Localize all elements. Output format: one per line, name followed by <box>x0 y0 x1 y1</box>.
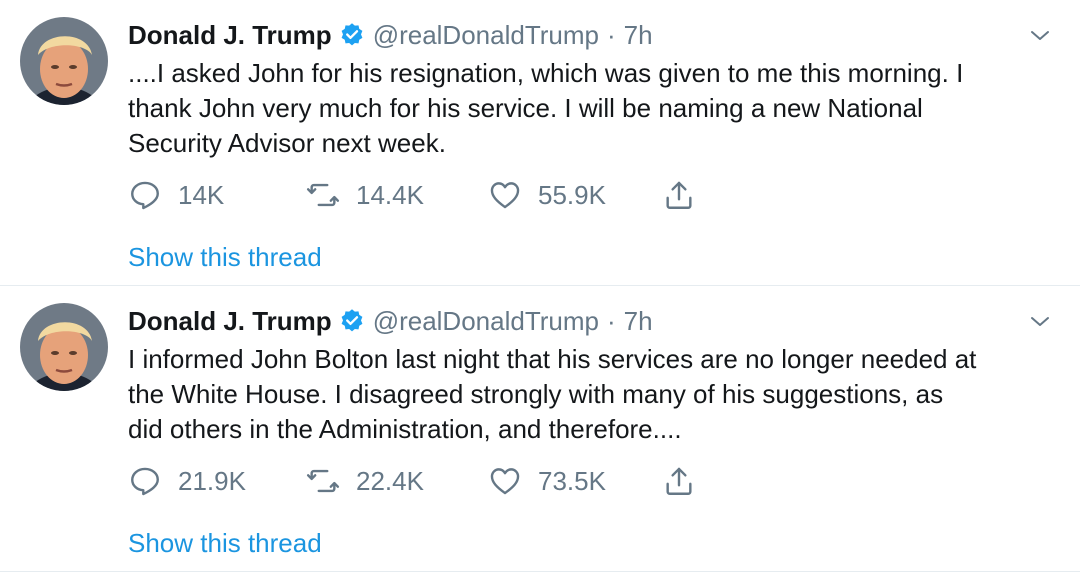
tweet[interactable]: Donald J. Trump @realDonaldTrump · 7h I … <box>0 286 1080 572</box>
share-icon <box>666 467 692 495</box>
chevron-down-icon[interactable] <box>1028 24 1052 48</box>
author-handle[interactable]: @realDonaldTrump <box>373 304 599 338</box>
avatar-image <box>20 303 108 391</box>
reply-count: 21.9K <box>178 465 246 496</box>
avatar-image <box>20 17 108 105</box>
reply-icon <box>131 467 159 496</box>
tweet-text: I informed John Bolton last night that h… <box>128 342 1058 447</box>
retweet-count: 22.4K <box>356 465 424 496</box>
tweet-text-line: did others in the Administration, and th… <box>128 414 682 444</box>
tweet[interactable]: Donald J. Trump @realDonaldTrump · 7h ..… <box>0 0 1080 286</box>
separator-dot: · <box>606 20 616 50</box>
tweet-actions: 21.9K 22.4K 73.5K <box>128 461 728 501</box>
show-thread-link[interactable]: Show this thread <box>128 240 322 274</box>
tweet-header: Donald J. Trump @realDonaldTrump · 7h <box>128 18 653 52</box>
share-button[interactable] <box>662 175 712 215</box>
retweet-button[interactable]: 22.4K <box>306 461 424 501</box>
reply-icon <box>131 181 159 210</box>
tweet-text: ....I asked John for his resignation, wh… <box>128 56 1058 161</box>
reply-count: 14K <box>178 179 225 210</box>
tweet-text-line: I informed John Bolton last night that h… <box>128 344 977 374</box>
timestamp[interactable]: 7h <box>624 304 653 338</box>
separator-dot: · <box>606 306 616 336</box>
verified-badge-icon <box>341 309 363 332</box>
reply-button[interactable]: 14K <box>128 175 224 215</box>
author-handle[interactable]: @realDonaldTrump <box>373 18 599 52</box>
like-count: 55.9K <box>538 179 606 210</box>
tweet-header: Donald J. Trump @realDonaldTrump · 7h <box>128 304 653 338</box>
tweet-text-line: thank John very much for his service. I … <box>128 93 923 123</box>
tweet-actions: 14K 14.4K 55.9K <box>128 175 728 215</box>
like-button[interactable]: 73.5K <box>488 461 606 501</box>
avatar[interactable] <box>20 17 108 105</box>
share-button[interactable] <box>662 461 712 501</box>
chevron-down-icon[interactable] <box>1028 310 1052 334</box>
like-button[interactable]: 55.9K <box>488 175 606 215</box>
like-count: 73.5K <box>538 465 606 496</box>
share-icon <box>666 181 692 209</box>
tweet-text-line: Security Advisor next week. <box>128 128 446 158</box>
heart-icon <box>490 182 520 209</box>
avatar[interactable] <box>20 303 108 391</box>
heart-icon <box>490 468 520 495</box>
author-name[interactable]: Donald J. Trump <box>128 304 332 338</box>
author-name[interactable]: Donald J. Trump <box>128 18 332 52</box>
retweet-icon <box>306 183 340 207</box>
retweet-button[interactable]: 14.4K <box>306 175 424 215</box>
retweet-count: 14.4K <box>356 179 424 210</box>
tweet-text-line: ....I asked John for his resignation, wh… <box>128 58 964 88</box>
verified-badge-icon <box>341 23 363 46</box>
show-thread-link[interactable]: Show this thread <box>128 526 322 560</box>
reply-button[interactable]: 21.9K <box>128 461 246 501</box>
tweet-text-line: the White House. I disagreed strongly wi… <box>128 379 944 409</box>
retweet-icon <box>306 469 340 493</box>
timestamp[interactable]: 7h <box>624 18 653 52</box>
